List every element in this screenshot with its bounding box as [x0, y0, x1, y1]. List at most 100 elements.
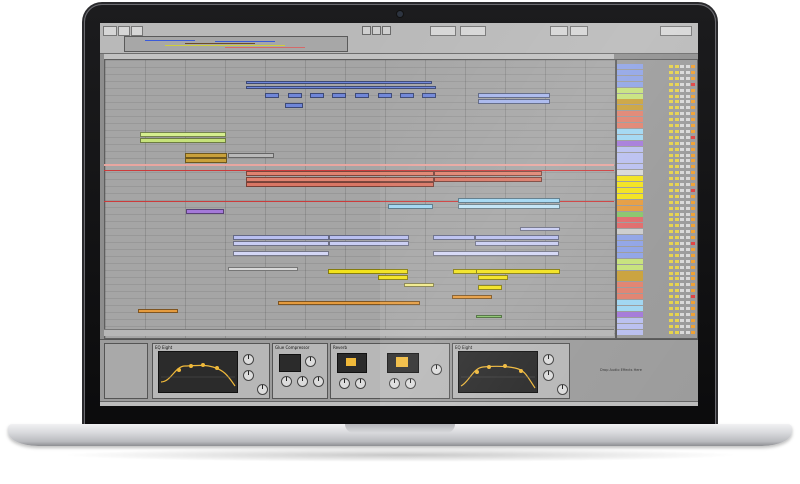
track-toggle-button[interactable] [680, 218, 684, 222]
eq-eight-device[interactable]: EQ Eight [152, 343, 270, 399]
track-toggle-button[interactable] [674, 141, 679, 145]
track-toggle-button[interactable] [680, 94, 684, 98]
clip[interactable] [520, 227, 560, 231]
track-name-swatch[interactable] [617, 69, 643, 75]
track-toggle-button[interactable] [680, 153, 684, 157]
track-toggle-button[interactable] [691, 206, 695, 210]
track-header-row[interactable] [617, 87, 697, 93]
track-toggle-button[interactable] [680, 242, 684, 245]
track-toggle-button[interactable] [691, 224, 695, 228]
track-header-row[interactable] [617, 75, 697, 81]
track-toggle-button[interactable] [685, 230, 690, 234]
track-header-row[interactable] [617, 235, 697, 241]
track-toggle-button[interactable] [669, 212, 673, 216]
track-toggle-button[interactable] [691, 118, 695, 122]
track-toggle-button[interactable] [680, 295, 684, 299]
clip[interactable] [288, 93, 302, 98]
track-header-row[interactable] [617, 305, 697, 311]
knob-icon[interactable] [243, 354, 254, 365]
track-toggle-button[interactable] [680, 271, 684, 275]
track-toggle-button[interactable] [669, 177, 673, 181]
track-toggle-button[interactable] [669, 94, 673, 98]
track-name-swatch[interactable] [617, 164, 643, 170]
track-toggle-button[interactable] [680, 236, 684, 240]
track-toggle-button[interactable] [674, 118, 679, 122]
track-toggle-button[interactable] [691, 247, 695, 251]
track-toggle-button[interactable] [691, 129, 695, 133]
track-toggle-button[interactable] [680, 253, 684, 257]
bottom-ruler[interactable] [104, 329, 614, 336]
track-name-swatch[interactable] [617, 323, 643, 329]
track-toggle-button[interactable] [669, 194, 673, 198]
track-name-swatch[interactable] [617, 170, 643, 176]
clip[interactable] [285, 103, 303, 108]
track-toggle-button[interactable] [680, 82, 684, 86]
track-toggle-button[interactable] [691, 265, 695, 269]
tempo-field[interactable] [118, 26, 130, 36]
track-toggle-button[interactable] [674, 271, 679, 275]
track-toggle-button[interactable] [685, 212, 690, 216]
track-toggle-button[interactable] [669, 277, 673, 281]
track-toggle-button[interactable] [669, 289, 673, 293]
track-toggle-button[interactable] [691, 330, 695, 334]
track-toggle-button[interactable] [680, 188, 684, 192]
eq-display[interactable] [458, 351, 538, 393]
clip[interactable] [388, 204, 433, 209]
track-toggle-button[interactable] [685, 118, 690, 122]
track-toggle-button[interactable] [685, 147, 690, 151]
track-toggle-button[interactable] [669, 141, 673, 145]
clip[interactable] [140, 132, 226, 137]
track-header-row[interactable] [617, 205, 697, 211]
track-toggle-button[interactable] [669, 218, 673, 222]
track-header-row[interactable] [617, 300, 697, 305]
track-toggle-button[interactable] [674, 283, 679, 287]
track-header-row[interactable] [617, 187, 697, 193]
track-toggle-button[interactable] [674, 295, 679, 299]
track-toggle-button[interactable] [674, 159, 679, 163]
track-toggle-button[interactable] [685, 312, 690, 316]
track-toggle-button[interactable] [685, 253, 690, 257]
track-toggle-button[interactable] [669, 118, 673, 122]
track-name-swatch[interactable] [617, 87, 643, 93]
track-header-row[interactable] [617, 199, 697, 205]
track-toggle-button[interactable] [685, 94, 690, 98]
track-toggle-button[interactable] [691, 88, 695, 92]
clip[interactable] [246, 86, 436, 89]
track-toggle-button[interactable] [674, 82, 679, 86]
track-header-row[interactable] [617, 282, 697, 288]
track-toggle-button[interactable] [685, 206, 690, 210]
track-toggle-button[interactable] [669, 112, 673, 116]
clip[interactable] [422, 93, 436, 98]
track-toggle-button[interactable] [691, 112, 695, 116]
track-toggle-button[interactable] [669, 159, 673, 163]
glue-compressor-device[interactable]: Glue Compressor [272, 343, 328, 399]
track-toggle-button[interactable] [680, 129, 684, 133]
track-toggle-button[interactable] [680, 318, 684, 322]
track-toggle-button[interactable] [691, 141, 695, 145]
track-toggle-button[interactable] [680, 141, 684, 145]
track-toggle-button[interactable] [674, 330, 679, 334]
track-toggle-button[interactable] [669, 147, 673, 151]
arrangement-overview[interactable] [124, 36, 348, 52]
track-toggle-button[interactable] [669, 100, 673, 104]
track-header-row[interactable] [617, 99, 697, 105]
clip[interactable] [355, 93, 369, 98]
knob-icon[interactable] [405, 378, 416, 389]
track-toggle-button[interactable] [674, 206, 679, 210]
clip[interactable] [404, 283, 434, 287]
track-toggle-button[interactable] [674, 70, 679, 74]
track-toggle-button[interactable] [669, 165, 673, 169]
track-name-swatch[interactable] [617, 64, 643, 69]
track-toggle-button[interactable] [680, 88, 684, 92]
track-toggle-button[interactable] [691, 194, 695, 198]
track-toggle-button[interactable] [674, 65, 679, 68]
clip[interactable] [475, 235, 559, 240]
track-toggle-button[interactable] [669, 242, 673, 245]
track-toggle-button[interactable] [680, 177, 684, 181]
track-toggle-button[interactable] [691, 171, 695, 175]
track-name-swatch[interactable] [617, 235, 643, 241]
track-toggle-button[interactable] [674, 76, 679, 80]
track-name-swatch[interactable] [617, 270, 643, 276]
track-toggle-button[interactable] [685, 165, 690, 169]
track-toggle-button[interactable] [685, 177, 690, 181]
